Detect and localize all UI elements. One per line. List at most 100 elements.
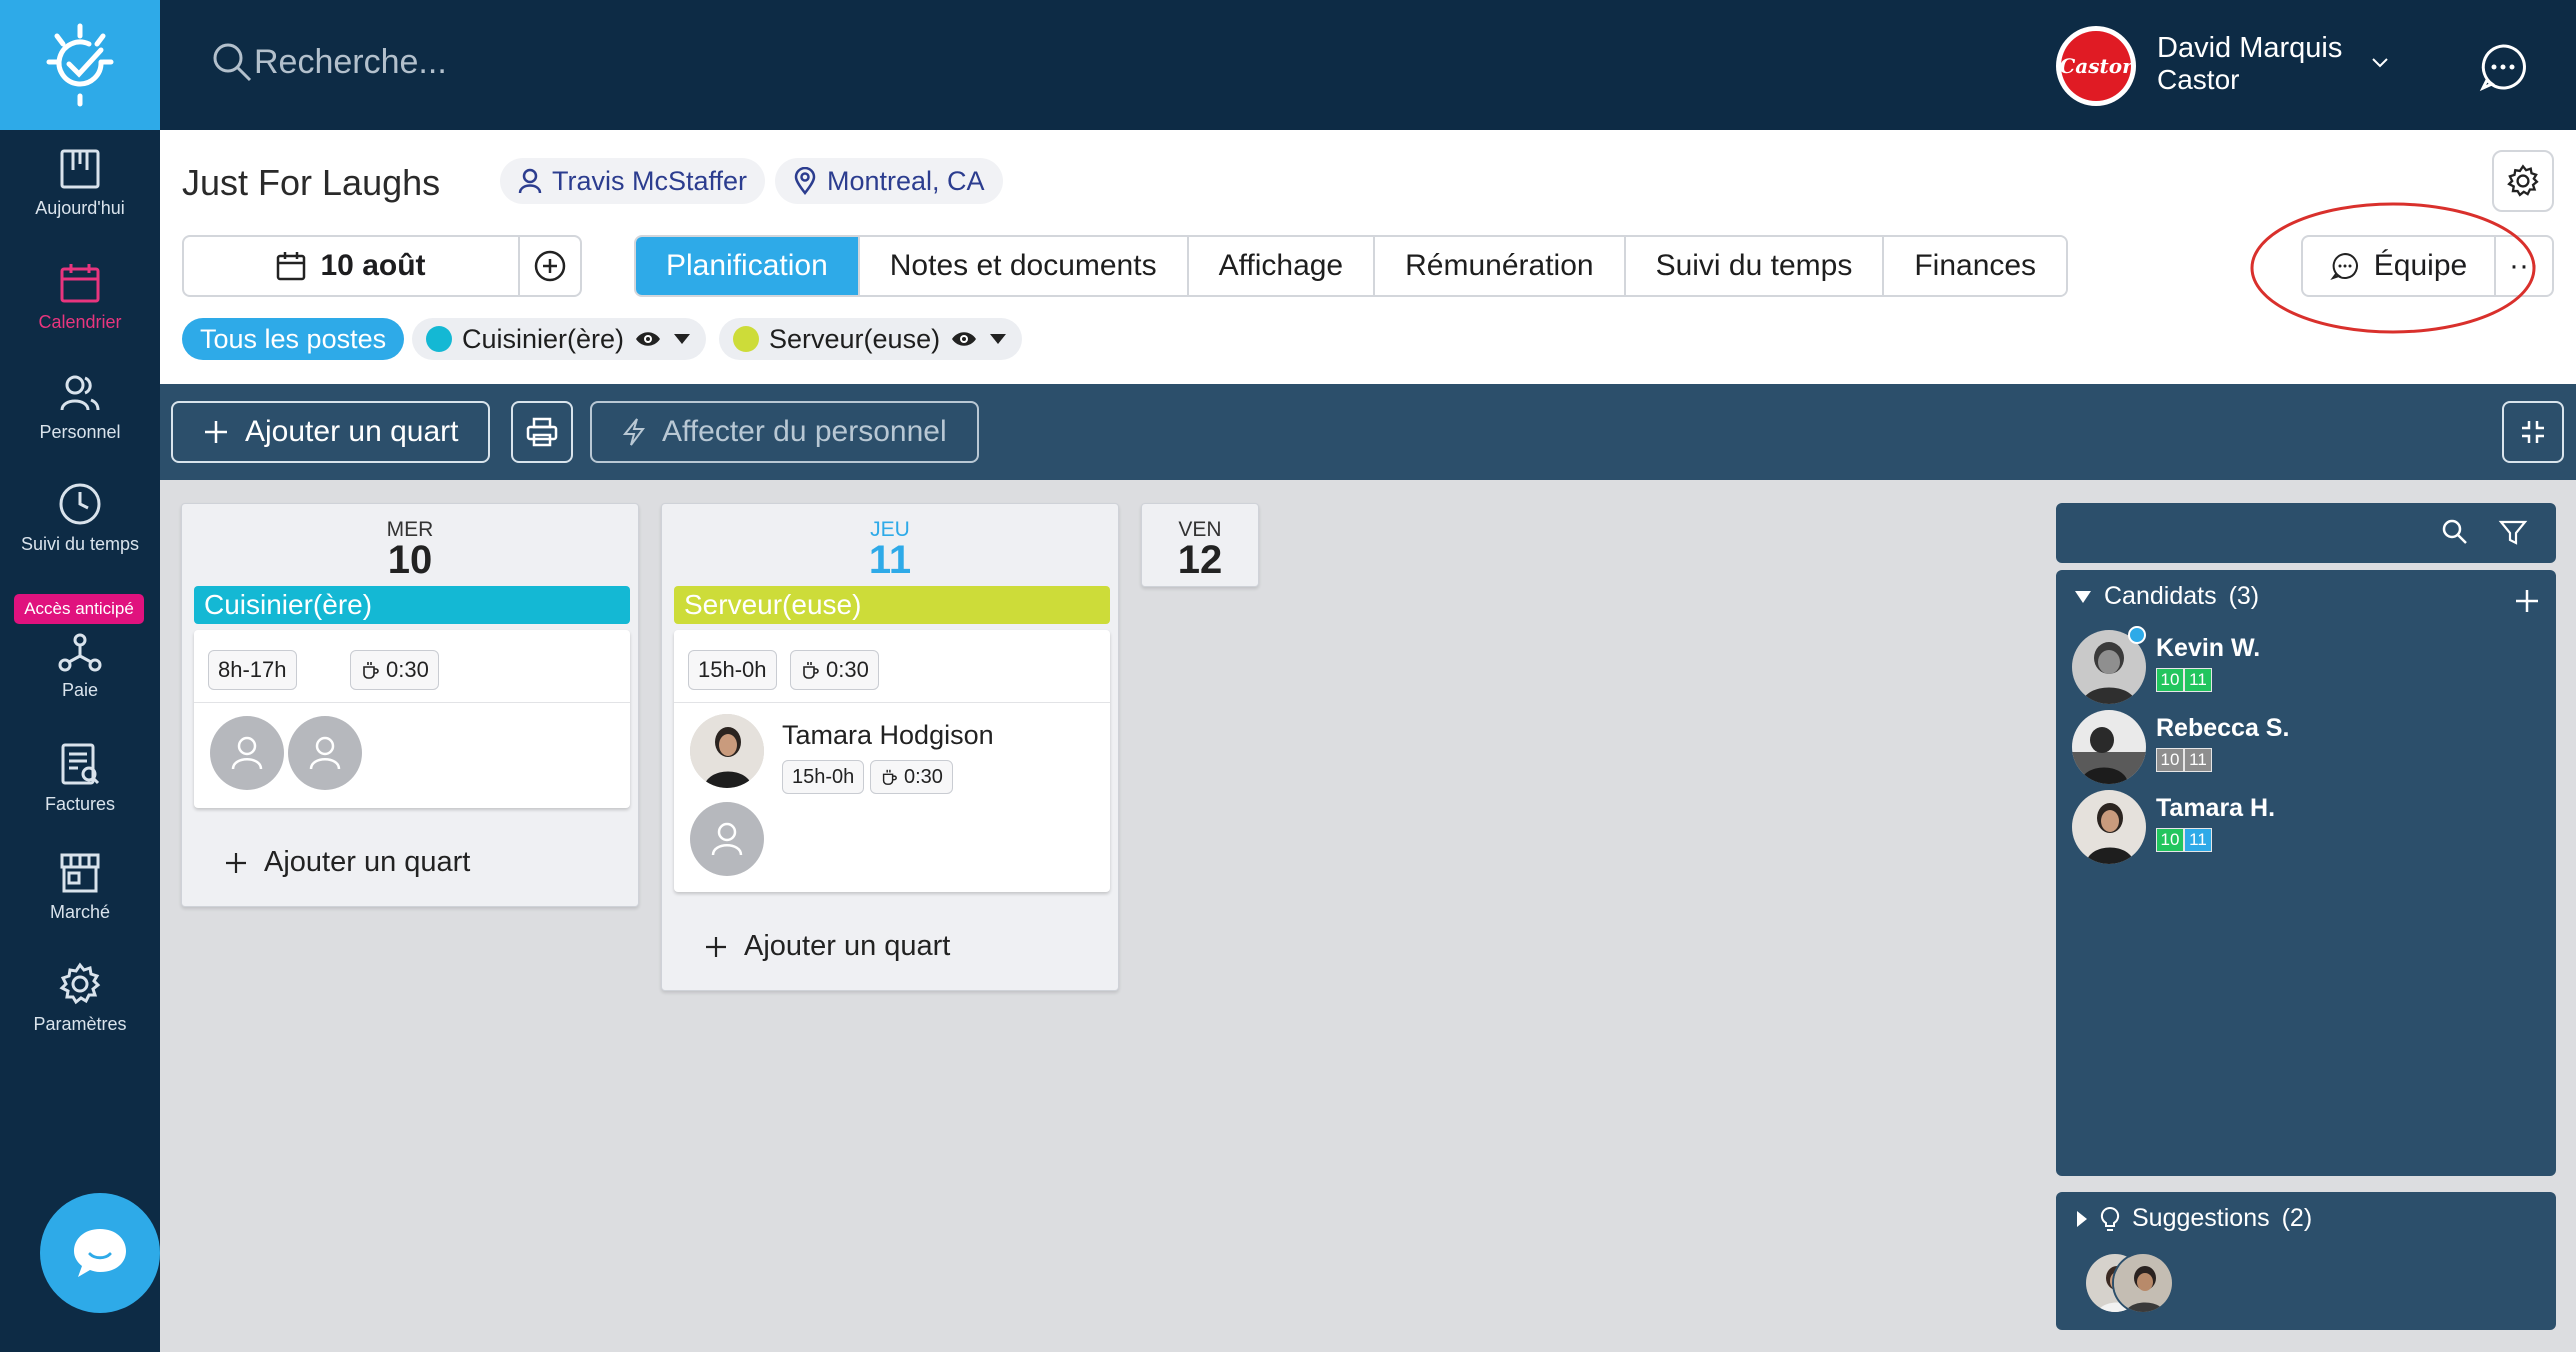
sidebar-item-label: Calendrier (38, 312, 122, 332)
print-button[interactable] (511, 401, 573, 463)
eye-icon[interactable] (950, 329, 978, 349)
person-icon (309, 736, 341, 770)
lightning-icon (622, 418, 645, 446)
sidebar-item-label: Personnel (39, 422, 121, 442)
person-icon (231, 736, 263, 770)
date-picker-button[interactable]: 10 août (182, 235, 520, 297)
candidate-row[interactable]: Rebecca S. 10 11 (2072, 710, 2542, 784)
suggestions-header[interactable]: Suggestions (2) (2076, 1204, 2312, 1233)
shift-break: 0:30 (350, 650, 439, 690)
search-icon[interactable] (2440, 517, 2470, 547)
person-icon (711, 822, 743, 856)
date-label: 10 août (320, 249, 426, 282)
suggestion-avatar[interactable] (2112, 1252, 2174, 1314)
search-icon (213, 43, 252, 82)
event-manager[interactable]: Travis McStaffer (500, 158, 766, 204)
empty-slot-avatar[interactable] (210, 716, 284, 790)
divider (194, 702, 630, 703)
assign-staff-button[interactable]: Affecter du personnel (590, 401, 979, 463)
printer-icon (526, 417, 558, 447)
event-location[interactable]: Montreal, CA (775, 158, 1003, 204)
user-name[interactable]: David Marquis (2157, 34, 2342, 63)
highlight-annotation (2250, 202, 2536, 334)
chevron-down-icon[interactable] (2370, 56, 2390, 70)
clock-icon (59, 483, 101, 525)
chat-bubble-button[interactable] (40, 1193, 160, 1313)
add-shift-label: Ajouter un quart (245, 415, 459, 448)
shift-card[interactable]: 15h-0h 0:30 Tamara Hodgison 15h-0h 0:30 (674, 630, 1110, 892)
tab-finances[interactable]: Finances (1884, 237, 2067, 295)
org-logo-avatar[interactable]: Castor (2056, 26, 2136, 106)
position-bar-cook[interactable]: Cuisinier(ère) (194, 586, 630, 624)
empty-slot-avatar[interactable] (288, 716, 362, 790)
gear-icon (59, 962, 101, 1005)
candidate-name: Rebecca S. (2156, 714, 2290, 742)
candidate-avatar (2072, 790, 2146, 864)
shift-break-value: 0:30 (826, 657, 869, 682)
tab-timesheets[interactable]: Suivi du temps (1625, 237, 1885, 295)
shift-card[interactable]: 8h-17h 0:30 (194, 630, 630, 808)
sidebar-item-payroll[interactable]: Paie (0, 632, 160, 701)
sidebar-item-invoices[interactable]: Factures (0, 742, 160, 815)
search-input[interactable]: Recherche... (210, 40, 447, 84)
sidebar-item-timesheets[interactable]: Suivi du temps (0, 482, 160, 555)
assignee-avatar[interactable] (690, 714, 764, 788)
filter-server[interactable]: Serveur(euse) (719, 318, 1023, 360)
event-manager-name: Travis McStaffer (552, 165, 748, 196)
sidebar-item-staff[interactable]: Personnel (0, 372, 160, 443)
tab-display[interactable]: Affichage (1188, 237, 1376, 295)
online-indicator (2128, 626, 2146, 644)
add-shift-link[interactable]: Ajouter un quart (224, 846, 470, 879)
candidate-name: Kevin W. (2156, 634, 2261, 662)
caret-down-icon (2075, 590, 2091, 603)
plus-icon (706, 936, 726, 957)
candidates-header[interactable]: Candidats (3) (2074, 582, 2259, 611)
candidate-name: Tamara H. (2156, 794, 2276, 822)
filter-all-positions[interactable]: Tous les postes (182, 318, 405, 360)
availability-day: 11 (2184, 668, 2212, 692)
person-photo-icon (690, 714, 764, 788)
filter-icon[interactable] (2498, 519, 2528, 547)
plus-icon[interactable] (2514, 588, 2540, 614)
sidebar-item-settings[interactable]: Paramètres (0, 962, 160, 1035)
add-date-button[interactable] (518, 235, 582, 297)
tab-pay[interactable]: Rémunération (1375, 237, 1626, 295)
sidebar-item-calendar[interactable]: Calendrier (0, 262, 160, 333)
tab-notes[interactable]: Notes et documents (859, 237, 1189, 295)
user-org: Castor (2157, 64, 2240, 95)
add-shift-link[interactable]: Ajouter un quart (704, 930, 950, 963)
assignee-name[interactable]: Tamara Hodgison (782, 720, 994, 751)
day-number: 11 (868, 538, 912, 582)
event-title: Just For Laughs (182, 162, 441, 203)
empty-slot-avatar[interactable] (690, 802, 764, 876)
cook-color-dot (426, 326, 452, 352)
availability-day: 11 (2184, 828, 2212, 852)
tab-planning[interactable]: Planification (636, 237, 860, 295)
candidate-search-bar (2056, 503, 2556, 563)
app-logo[interactable] (0, 0, 160, 130)
day-column: VEN 12 (1141, 503, 1259, 587)
candidate-avatar (2072, 710, 2146, 784)
sidebar-item-today[interactable]: Aujourd'hui (0, 148, 160, 219)
sidebar-item-market[interactable]: Marché (0, 852, 160, 923)
eye-icon[interactable] (634, 329, 662, 349)
add-shift-button[interactable]: Ajouter un quart (171, 401, 491, 463)
suggestions-count: (2) (2281, 1204, 2313, 1232)
candidate-row[interactable]: Kevin W. 10 11 (2072, 626, 2542, 704)
candidate-row[interactable]: Tamara H. 10 11 (2072, 790, 2542, 864)
position-bar-server[interactable]: Serveur(euse) (674, 586, 1110, 624)
caret-down-icon[interactable] (672, 332, 692, 346)
person-photo-icon (2072, 790, 2146, 864)
collapse-button[interactable] (2502, 401, 2564, 463)
caret-down-icon[interactable] (988, 332, 1008, 346)
payroll-icon (58, 633, 102, 672)
assignee-time: 15h-0h (782, 760, 865, 794)
calendar-icon (277, 252, 306, 281)
filter-server-label: Serveur(euse) (769, 323, 941, 354)
shift-break: 0:30 (790, 650, 879, 690)
sidebar-item-label: Suivi du temps (20, 534, 140, 554)
filter-cook[interactable]: Cuisinier(ère) (412, 318, 707, 360)
assignee-break: 0:30 (870, 760, 953, 794)
people-icon (60, 375, 100, 411)
messages-icon[interactable] (2478, 42, 2528, 92)
